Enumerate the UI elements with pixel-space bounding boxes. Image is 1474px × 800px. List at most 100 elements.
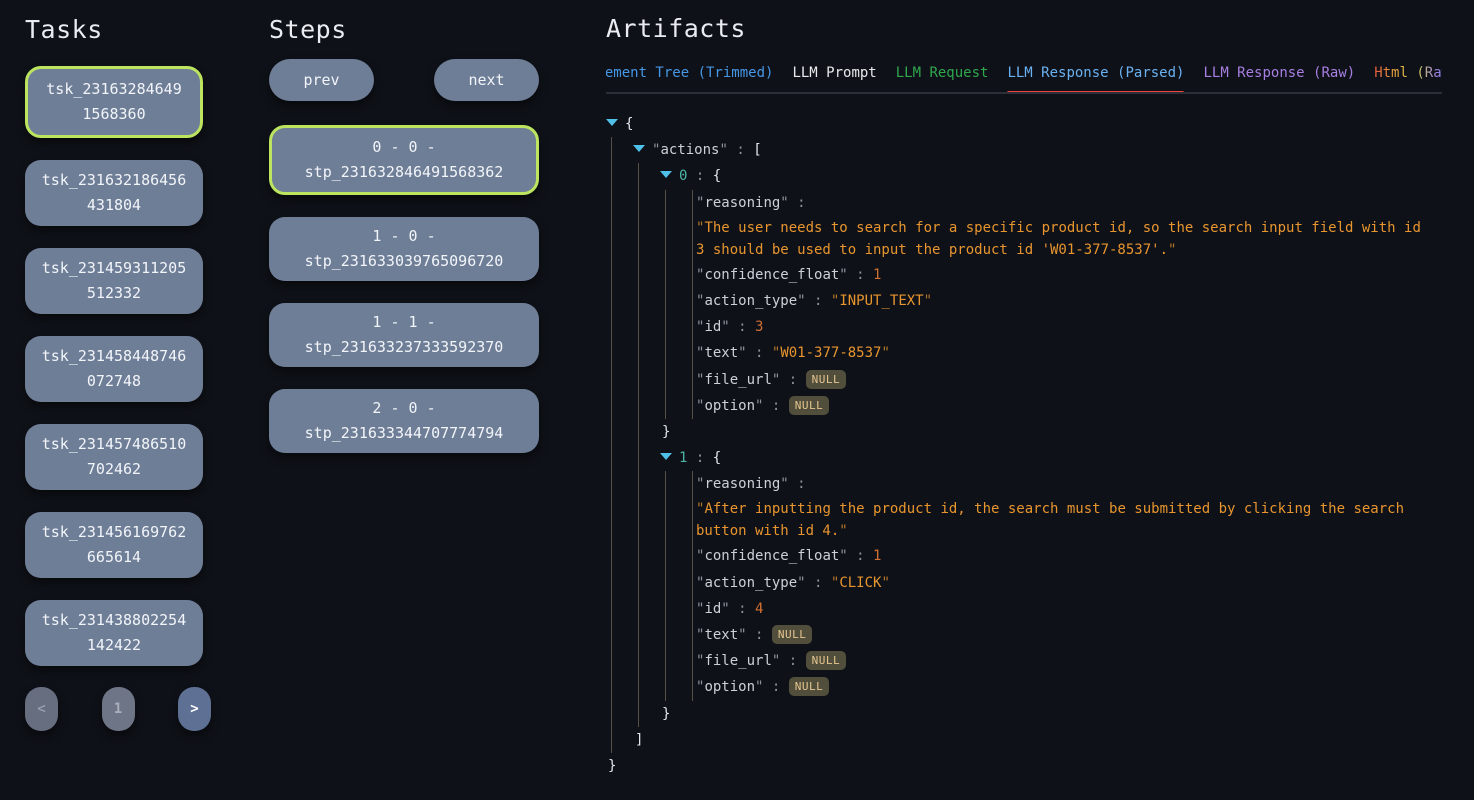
- indent-guide: [692, 340, 693, 366]
- json-tree-row: "id" : 4: [606, 596, 1442, 622]
- page-number-button[interactable]: 1: [102, 687, 135, 731]
- json-colon: :: [687, 450, 712, 466]
- json-colon: :: [789, 195, 814, 211]
- json-tree-row: "option" : NULL: [606, 393, 1442, 419]
- tasks-panel: Tasks tsk_231632846491568360 tsk_23163218…: [25, 15, 211, 731]
- indent-guide: [611, 419, 612, 445]
- json-tree-row: 1 : {: [606, 445, 1442, 471]
- next-step-button[interactable]: next: [434, 59, 539, 101]
- collapse-arrow-icon[interactable]: [660, 171, 672, 178]
- indent-guide: [611, 543, 612, 569]
- step-item[interactable]: 0 - 0 - stp_231632846491568362: [269, 125, 539, 195]
- indent-guide: [611, 288, 612, 314]
- tab-llm-prompt[interactable]: LLM Prompt: [792, 65, 876, 81]
- indent-guide: [665, 674, 666, 700]
- indent-guide: [692, 622, 693, 648]
- json-number: 1: [873, 267, 881, 283]
- indent-guide: [611, 622, 612, 648]
- indent-guide: [665, 288, 666, 314]
- next-page-button[interactable]: >: [178, 687, 211, 731]
- indent-guide: [665, 648, 666, 674]
- indent-guide: [611, 216, 612, 262]
- indent-guide: [611, 314, 612, 340]
- tasks-pagination: < 1 >: [25, 687, 211, 731]
- tab-llm-request[interactable]: LLM Request: [896, 65, 989, 81]
- json-tree-row: }: [606, 753, 1442, 779]
- json-string-value: W01-377-8537: [780, 345, 881, 361]
- json-colon: :: [789, 476, 814, 492]
- json-colon: :: [747, 345, 772, 361]
- prev-page-button[interactable]: <: [25, 687, 58, 731]
- indent-guide: [638, 419, 639, 445]
- indent-guide: [638, 596, 639, 622]
- tab-llm-response-raw[interactable]: LLM Response (Raw): [1203, 65, 1355, 81]
- task-item[interactable]: tsk_231632186456431804: [25, 160, 203, 226]
- indent-guide: [638, 163, 639, 189]
- tab-element-tree-trimmed[interactable]: Element Tree (Trimmed): [606, 65, 773, 81]
- step-item[interactable]: 1 - 1 - stp_231633237333592370: [269, 303, 539, 367]
- indent-guide: [665, 497, 666, 543]
- json-punct: }: [662, 706, 670, 722]
- json-tree-row: "reasoning" :: [606, 190, 1442, 216]
- json-string-value: CLICK: [839, 575, 881, 591]
- indent-guide: [665, 190, 666, 216]
- json-null-badge: NULL: [806, 370, 847, 389]
- tab-llm-response-parsed[interactable]: LLM Response (Parsed): [1007, 65, 1184, 81]
- indent-guide: [611, 701, 612, 727]
- indent-guide: [665, 367, 666, 393]
- indent-guide: [692, 367, 693, 393]
- indent-guide: [692, 543, 693, 569]
- json-colon: :: [848, 267, 873, 283]
- json-tree-row: }: [606, 419, 1442, 445]
- indent-guide: [638, 471, 639, 497]
- json-tree-row: "action_type" : "INPUT_TEXT": [606, 288, 1442, 314]
- indent-guide: [611, 570, 612, 596]
- indent-guide: [692, 314, 693, 340]
- json-tree-row: }: [606, 701, 1442, 727]
- step-list: 0 - 0 - stp_231632846491568362 1 - 0 - st…: [269, 125, 539, 453]
- json-number: 3: [755, 319, 763, 335]
- indent-guide: [665, 340, 666, 366]
- indent-guide: [638, 570, 639, 596]
- indent-guide: [638, 340, 639, 366]
- json-punct: }: [662, 424, 670, 440]
- json-punct: {: [625, 116, 633, 132]
- json-null-badge: NULL: [789, 396, 830, 415]
- json-punct: [: [753, 142, 761, 158]
- json-string-value: After inputting the product id, the sear…: [696, 501, 1404, 539]
- task-item[interactable]: tsk_231458448746072748: [25, 336, 203, 402]
- json-tree-row: 0 : {: [606, 163, 1442, 189]
- collapse-arrow-icon[interactable]: [660, 453, 672, 460]
- indent-guide: [638, 701, 639, 727]
- task-item[interactable]: tsk_231459311205512332: [25, 248, 203, 314]
- json-tree-row: "text" : NULL: [606, 622, 1442, 648]
- json-key: text: [704, 345, 738, 361]
- json-colon: :: [763, 679, 788, 695]
- json-colon: :: [687, 168, 712, 184]
- indent-guide: [611, 497, 612, 543]
- task-item[interactable]: tsk_231438802254142422: [25, 600, 203, 666]
- task-item[interactable]: tsk_231632846491568360: [25, 66, 203, 138]
- collapse-arrow-icon[interactable]: [606, 119, 618, 126]
- indent-guide: [638, 648, 639, 674]
- indent-guide: [665, 216, 666, 262]
- json-tree-row: "id" : 3: [606, 314, 1442, 340]
- json-punct: {: [713, 168, 721, 184]
- indent-guide: [638, 314, 639, 340]
- collapse-arrow-icon[interactable]: [633, 145, 645, 152]
- json-tree-viewer: {"actions" : [0 : {"reasoning" : "The us…: [606, 111, 1442, 779]
- tab-html-raw[interactable]: Html (Raw): [1374, 65, 1442, 81]
- step-item[interactable]: 2 - 0 - stp_231633344707774794: [269, 389, 539, 453]
- json-tree-row: {: [606, 111, 1442, 137]
- task-item[interactable]: tsk_231457486510702462: [25, 424, 203, 490]
- step-item[interactable]: 1 - 0 - stp_231633039765096720: [269, 217, 539, 281]
- tasks-title: Tasks: [25, 15, 211, 44]
- json-colon: :: [730, 319, 755, 335]
- indent-guide: [692, 190, 693, 216]
- json-key: confidence_float: [704, 548, 839, 564]
- prev-step-button[interactable]: prev: [269, 59, 374, 101]
- json-key: option: [704, 679, 755, 695]
- indent-guide: [638, 445, 639, 471]
- json-key: id: [704, 601, 721, 617]
- task-item[interactable]: tsk_231456169762665614: [25, 512, 203, 578]
